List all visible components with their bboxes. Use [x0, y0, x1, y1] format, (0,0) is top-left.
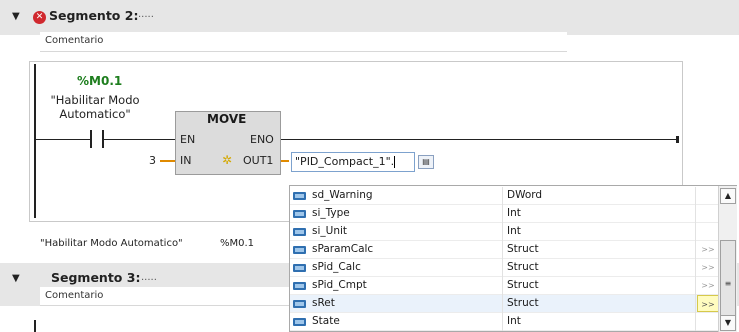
contact-address[interactable]: %M0.1 — [77, 74, 122, 88]
lookup-list-icon[interactable]: ▤ — [418, 155, 434, 169]
segment-2-toggle[interactable]: ▼ — [12, 11, 20, 22]
member-type: Int — [507, 315, 521, 327]
pin-en: EN — [180, 133, 196, 146]
member-name: si_Type — [312, 207, 350, 219]
expand-member-button — [697, 313, 719, 330]
scroll-thumb[interactable]: ≡ — [720, 240, 736, 326]
out-new-marker-icon: ✲ — [222, 153, 233, 167]
segment-2-comment[interactable]: Comentario — [41, 35, 103, 46]
column-divider — [695, 295, 696, 313]
contact-name-line2[interactable]: Automatico" — [49, 108, 141, 121]
member-name: si_Unit — [312, 225, 348, 237]
popup-row[interactable]: sd_Warning DWord — [290, 187, 718, 205]
expand-member-button[interactable]: >> — [697, 295, 719, 312]
in-pin-line — [160, 160, 175, 162]
member-icon — [293, 228, 306, 236]
popup-row[interactable]: State Int — [290, 313, 718, 331]
member-type: Struct — [507, 261, 539, 273]
column-divider — [695, 205, 696, 223]
rung-wire-left — [36, 139, 90, 140]
member-icon — [293, 318, 306, 326]
pin-in: IN — [180, 154, 192, 167]
member-icon — [293, 282, 306, 290]
member-name: sPid_Calc — [312, 261, 361, 273]
scroll-up-button[interactable]: ▲ — [720, 188, 736, 204]
footer-tag-name: "Habilitar Modo Automatico" — [40, 238, 183, 249]
segment-2-title-placeholder[interactable]: ..... — [138, 9, 154, 20]
error-x-icon: ✕ — [33, 11, 46, 24]
segment-2-title: Segmento 2: — [49, 8, 139, 23]
popup-row[interactable]: sPid_Cmpt Struct >> — [290, 277, 718, 295]
column-divider — [502, 277, 503, 295]
expand-member-button — [697, 187, 719, 204]
column-divider — [502, 187, 503, 205]
segment-3-power-rail — [34, 320, 36, 332]
move-block-title: MOVE — [207, 112, 247, 126]
scroll-down-button[interactable]: ▼ — [720, 315, 736, 331]
member-type: Int — [507, 207, 521, 219]
popup-row[interactable]: si_Type Int — [290, 205, 718, 223]
member-name: sd_Warning — [312, 189, 373, 201]
segment-2-comment-box[interactable]: Comentario — [40, 32, 567, 52]
member-type: Struct — [507, 243, 539, 255]
expand-member-button — [697, 205, 719, 222]
no-contact-icon[interactable] — [90, 130, 104, 148]
member-name: sParamCalc — [312, 243, 374, 255]
member-type: Int — [507, 225, 521, 237]
segment-3-comment[interactable]: Comentario — [41, 290, 103, 301]
expand-member-button[interactable]: >> — [697, 259, 719, 276]
segment-3-comment-box[interactable]: Comentario — [40, 287, 290, 306]
pin-out1: OUT1 — [243, 154, 274, 167]
column-divider — [695, 241, 696, 259]
popup-row[interactable]: sPid_Calc Struct >> — [290, 259, 718, 277]
left-power-rail — [34, 64, 36, 218]
column-divider — [695, 223, 696, 241]
expand-member-button — [697, 223, 719, 240]
expand-member-button[interactable]: >> — [697, 241, 719, 258]
segment-3-title: Segmento 3: — [51, 270, 141, 285]
member-name: sRet — [312, 297, 335, 309]
member-name: State — [312, 315, 340, 327]
column-divider — [502, 259, 503, 277]
segment-3-toggle[interactable]: ▼ — [12, 273, 20, 284]
member-type: DWord — [507, 189, 543, 201]
out-operand-value: "PID_Compact_1". — [295, 155, 395, 168]
member-name: sPid_Cmpt — [312, 279, 367, 291]
out-operand-input[interactable]: "PID_Compact_1". — [291, 152, 415, 172]
member-icon — [293, 210, 306, 218]
member-icon — [293, 246, 306, 254]
in-value[interactable]: 3 — [149, 154, 156, 167]
member-icon — [293, 264, 306, 272]
column-divider — [695, 277, 696, 295]
out-pin-line — [281, 160, 289, 162]
expand-member-button[interactable]: >> — [697, 277, 719, 294]
contact-name-line1[interactable]: "Habilitar Modo — [49, 94, 141, 107]
column-divider — [695, 313, 696, 331]
rung-wire-right — [281, 139, 678, 140]
column-divider — [695, 259, 696, 277]
pin-eno: ENO — [250, 133, 274, 146]
column-divider — [502, 295, 503, 313]
member-icon — [293, 192, 306, 200]
member-type: Struct — [507, 297, 539, 309]
column-divider — [695, 187, 696, 205]
column-divider — [502, 241, 503, 259]
segment-3-title-placeholder[interactable]: ..... — [141, 272, 157, 283]
column-divider — [502, 313, 503, 331]
popup-row[interactable]: si_Unit Int — [290, 223, 718, 241]
autocomplete-popup[interactable]: sd_Warning DWord si_Type Int si_Unit Int sPara… — [289, 185, 737, 332]
member-type: Struct — [507, 279, 539, 291]
column-divider — [502, 205, 503, 223]
popup-row[interactable]: sParamCalc Struct >> — [290, 241, 718, 259]
member-icon — [293, 300, 306, 308]
column-divider — [502, 223, 503, 241]
footer-tag-address: %M0.1 — [220, 238, 255, 249]
popup-scrollbar[interactable]: ▲ ≡ ▼ — [718, 186, 737, 332]
rung-wire-to-block — [104, 139, 175, 140]
popup-row[interactable]: sRet Struct >> — [290, 295, 719, 313]
rung-end-marker — [676, 136, 679, 143]
